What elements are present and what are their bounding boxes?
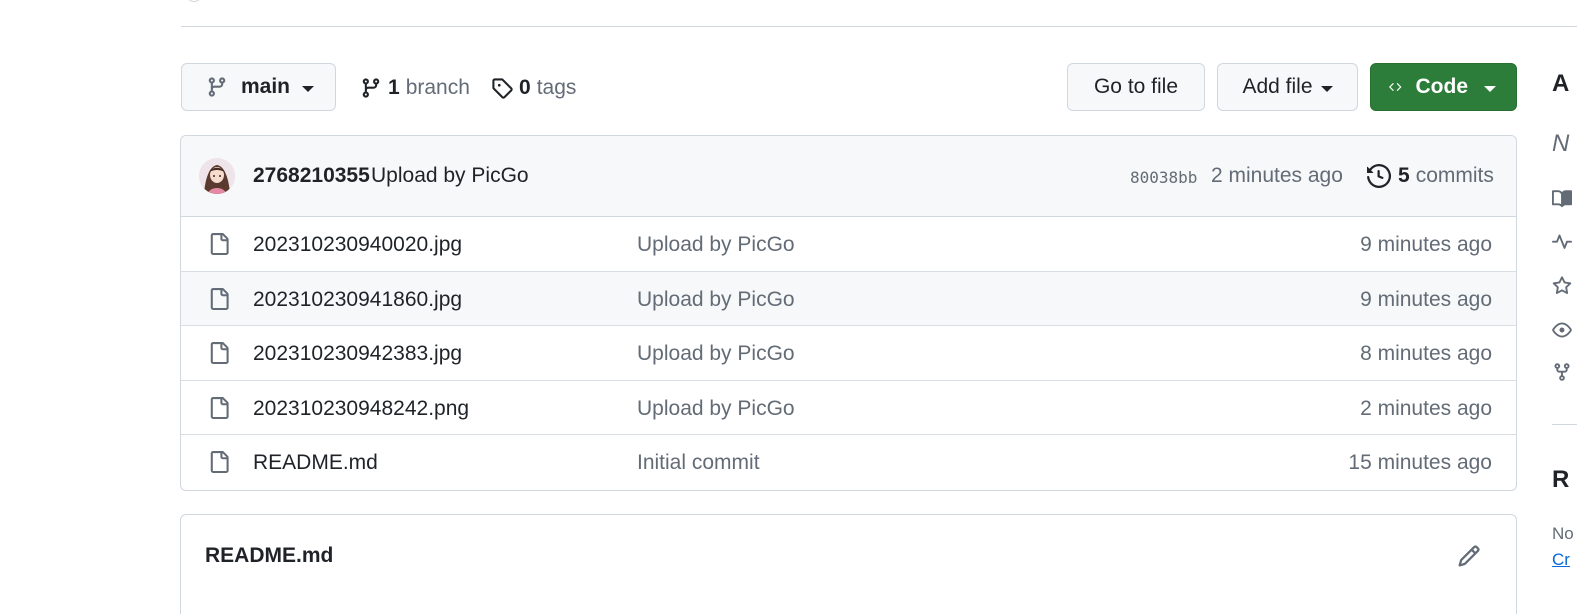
table-row[interactable]: 202310230940020.jpg Upload by PicGo 9 mi… <box>181 217 1516 272</box>
file-age: 9 minutes ago <box>1360 233 1492 256</box>
table-row[interactable]: 202310230941860.jpg Upload by PicGo 9 mi… <box>181 271 1516 327</box>
code-label: Code <box>1415 75 1469 98</box>
file-commit-message-link[interactable]: Upload by PicGo <box>637 288 795 312</box>
readme-title: README.md <box>205 544 334 567</box>
code-button[interactable]: Code <box>1370 63 1517 111</box>
file-name-link[interactable]: 202310230940020.jpg <box>253 233 462 257</box>
latest-commit-bar: 2768210355 Upload by PicGo 80038bb 2 min… <box>181 136 1516 217</box>
tag-icon <box>492 78 513 99</box>
code-icon <box>1389 83 1402 91</box>
branches-count: 1 <box>388 76 400 99</box>
git-branch-icon <box>362 78 380 98</box>
tags-label: tags <box>536 76 577 99</box>
header-divider <box>181 26 1577 27</box>
create-release-link[interactable]: Cr <box>1552 550 1570 570</box>
file-age: 8 minutes ago <box>1360 342 1492 366</box>
file-name-link[interactable]: README.md <box>253 451 378 475</box>
file-commit-message-link[interactable]: Upload by PicGo <box>637 342 795 366</box>
chevron-down-icon <box>1484 85 1496 92</box>
file-icon <box>210 233 229 255</box>
file-icon <box>210 451 229 474</box>
history-icon <box>1367 164 1391 188</box>
branches-link[interactable]: 1 branch <box>360 70 470 106</box>
git-branch-icon <box>208 77 226 97</box>
repo-forked-icon[interactable] <box>1552 362 1572 382</box>
file-name-link[interactable]: 202310230941860.jpg <box>253 288 462 312</box>
releases-heading: R <box>1552 466 1570 493</box>
eye-icon[interactable] <box>1552 320 1572 340</box>
about-description: N <box>1552 130 1570 157</box>
file-icon <box>210 342 229 365</box>
top-partial-element <box>186 0 202 2</box>
file-name-link[interactable]: 202310230948242.png <box>253 397 469 421</box>
file-name-link[interactable]: 202310230942383.jpg <box>253 342 462 366</box>
go-to-file-label: Go to file <box>1093 75 1179 98</box>
branches-label: branch <box>405 76 470 99</box>
file-age: 15 minutes ago <box>1348 451 1492 475</box>
commits-history-link[interactable]: 5 commits <box>1367 164 1494 188</box>
tags-link[interactable]: 0 tags <box>491 70 576 106</box>
chevron-down-icon <box>1320 85 1333 92</box>
file-icon <box>210 396 229 419</box>
star-icon[interactable] <box>1552 276 1572 296</box>
file-commit-message-link[interactable]: Upload by PicGo <box>637 397 795 421</box>
file-commit-message-link[interactable]: Initial commit <box>637 451 760 475</box>
avatar[interactable] <box>199 158 235 194</box>
commit-sha-link[interactable]: 80038bb <box>1130 168 1197 187</box>
avatar-image <box>199 158 235 194</box>
commits-count: 5 <box>1398 164 1410 187</box>
add-file-label: Add file <box>1242 75 1313 98</box>
commit-author-link[interactable]: 2768210355 <box>253 164 370 188</box>
pulse-icon[interactable] <box>1552 232 1572 252</box>
commits-label: commits <box>1415 164 1494 187</box>
commit-message-link[interactable]: Upload by PicGo <box>371 164 529 188</box>
add-file-button[interactable]: Add file <box>1217 63 1358 111</box>
commit-time: 2 minutes ago <box>1211 164 1343 187</box>
about-heading: A <box>1552 70 1570 97</box>
tags-count: 0 <box>519 76 531 99</box>
sidebar-divider <box>1552 424 1577 425</box>
file-commit-message-link[interactable]: Upload by PicGo <box>637 233 795 257</box>
book-icon[interactable] <box>1552 189 1572 209</box>
go-to-file-button[interactable]: Go to file <box>1067 63 1205 111</box>
file-age: 2 minutes ago <box>1360 396 1492 420</box>
branch-selector-button[interactable]: main <box>181 63 336 111</box>
file-list-box: 2768210355 Upload by PicGo 80038bb 2 min… <box>180 135 1517 491</box>
table-row[interactable]: README.md Initial commit 15 minutes ago <box>181 435 1516 490</box>
file-icon <box>210 287 229 310</box>
table-row[interactable]: 202310230948242.png Upload by PicGo 2 mi… <box>181 381 1516 436</box>
no-releases-text: No <box>1552 524 1574 543</box>
readme-box: README.md <box>180 514 1517 614</box>
pencil-icon[interactable] <box>1457 544 1481 568</box>
chevron-down-icon <box>302 85 315 92</box>
table-row[interactable]: 202310230942383.jpg Upload by PicGo 8 mi… <box>181 326 1516 381</box>
file-age: 9 minutes ago <box>1360 287 1492 311</box>
branch-name: main <box>241 75 291 98</box>
